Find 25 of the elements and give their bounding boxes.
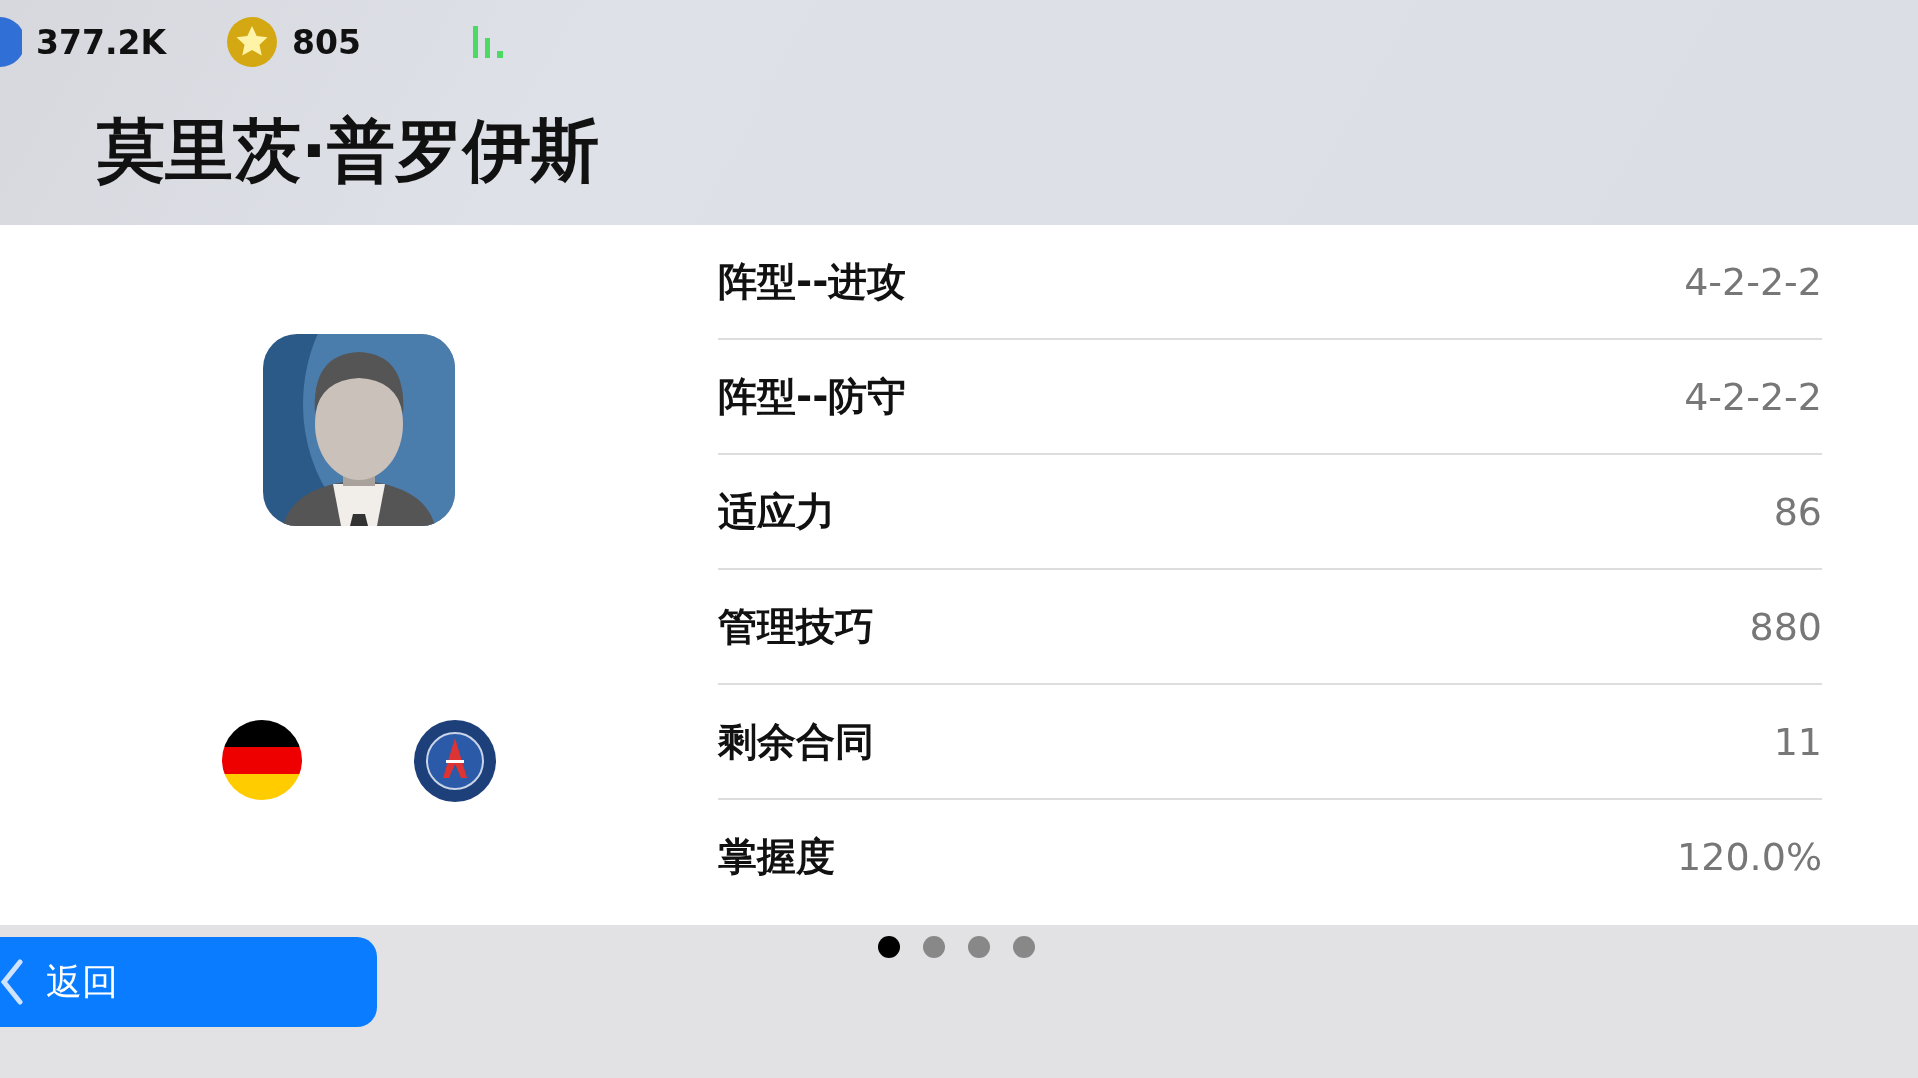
stat-value: 120.0% — [1677, 834, 1822, 879]
page-indicator-dot[interactable] — [968, 936, 990, 958]
club-crest-icon — [414, 720, 496, 802]
stat-value: 86 — [1773, 489, 1822, 534]
stat-value: 4-2-2-2 — [1684, 259, 1822, 304]
currency-amount: 805 — [291, 22, 361, 62]
chevron-left-icon — [0, 959, 24, 1005]
page-indicator-dot[interactable] — [923, 936, 945, 958]
stat-label: 阵型--防守 — [718, 372, 907, 421]
coin-icon — [0, 16, 22, 68]
stat-label: 适应力 — [718, 487, 835, 536]
currency-amount: 377.2K — [36, 22, 166, 62]
star-coin-icon — [225, 16, 278, 68]
stat-value: 880 — [1749, 604, 1822, 649]
stat-value: 4-2-2-2 — [1684, 374, 1822, 419]
stat-label: 阵型--进攻 — [718, 257, 907, 306]
stat-label: 剩余合同 — [718, 717, 874, 766]
stat-label: 掌握度 — [718, 832, 835, 881]
stat-value: 11 — [1773, 719, 1822, 764]
stat-label: 管理技巧 — [718, 602, 874, 651]
page-indicator-dot[interactable] — [878, 936, 900, 958]
manager-name: 莫里茨·普罗伊斯 — [97, 110, 600, 192]
back-button[interactable]: 返回 — [0, 937, 377, 1027]
germany-flag-icon — [222, 720, 302, 800]
page-indicator-dot[interactable] — [1013, 936, 1035, 958]
